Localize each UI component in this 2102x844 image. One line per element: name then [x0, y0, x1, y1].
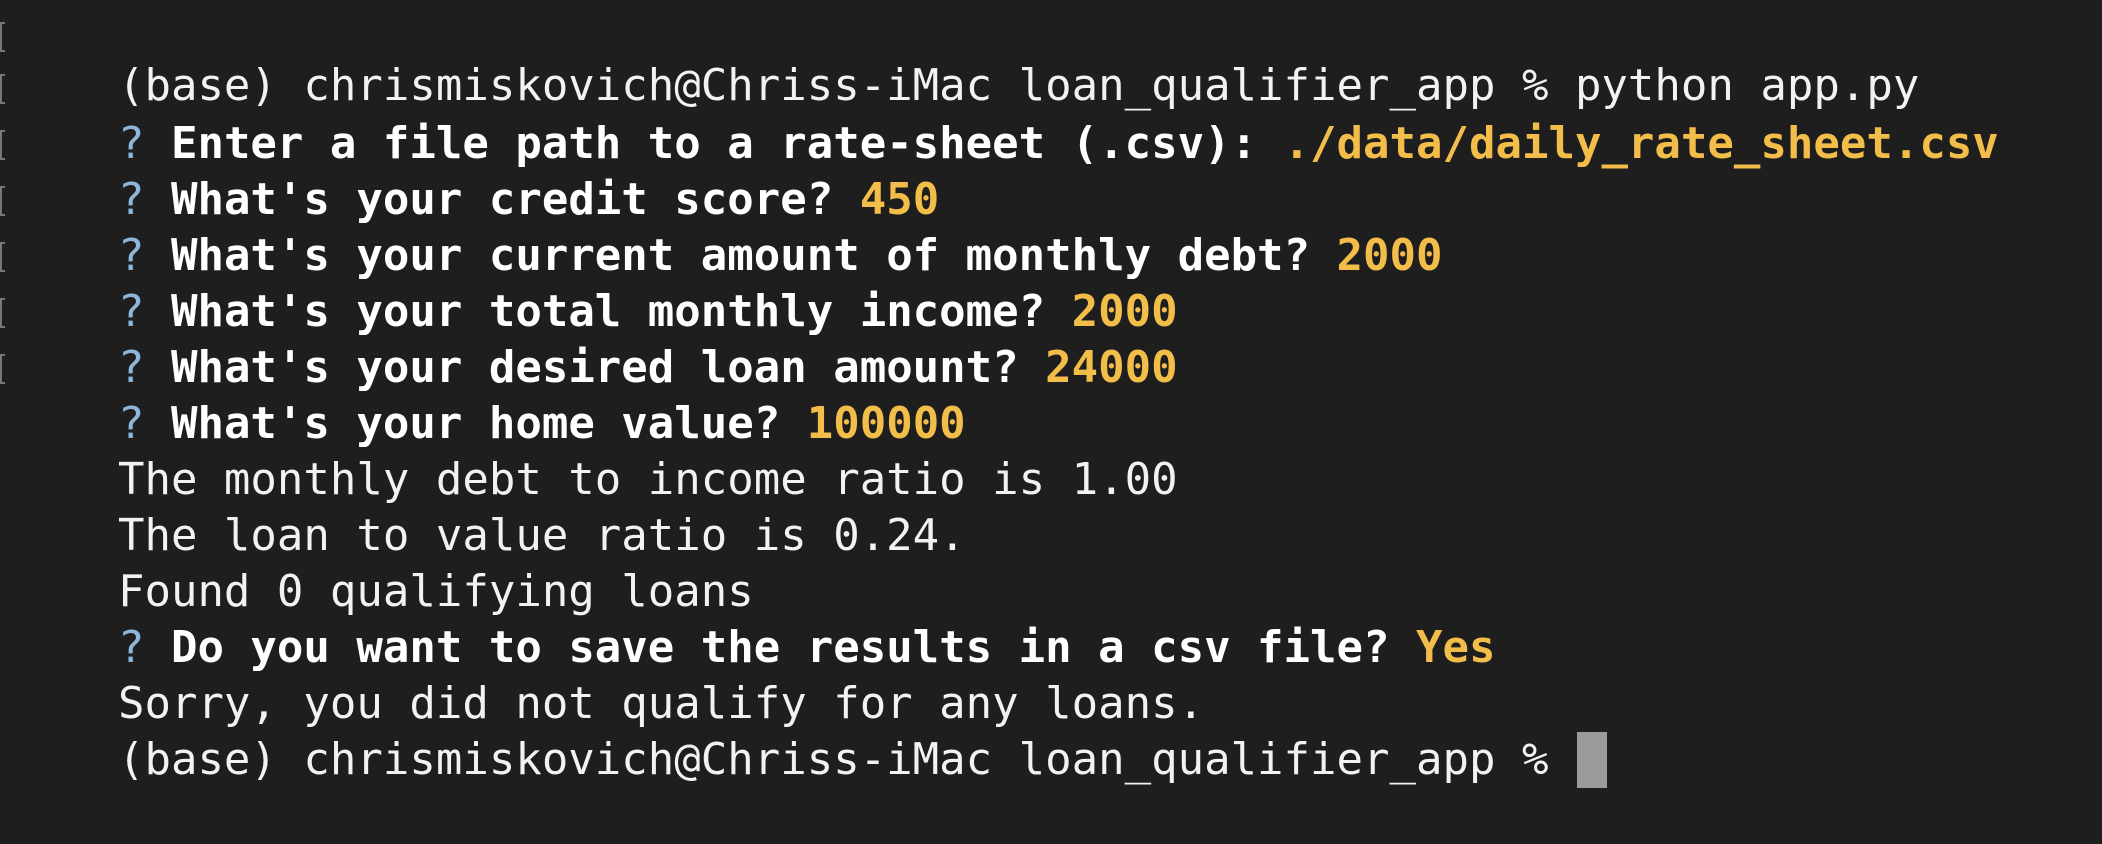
output-line-found-loans: Found 0 qualifying loans — [0, 508, 2102, 617]
question-line-save-results: ? Do you want to save the results in a c… — [0, 564, 2102, 673]
question-line-loan-amount: ? What's your desired loan amount? 24000 — [0, 284, 2102, 393]
line-marker — [0, 186, 5, 216]
line-marker — [0, 298, 5, 328]
command-line: (base) chrismiskovich@Chriss-iMac loan_q… — [0, 8, 2102, 111]
output-line-dti: The monthly debt to income ratio is 1.00 — [0, 396, 2102, 505]
line-marker — [0, 74, 5, 104]
line-marker — [0, 242, 5, 272]
shell-prompt: (base) chrismiskovich@Chriss-iMac loan_q… — [117, 734, 1575, 785]
question-line-monthly-debt: ? What's your current amount of monthly … — [0, 172, 2102, 281]
prompt-line[interactable]: (base) chrismiskovich@Chriss-iMac loan_q… — [0, 676, 2102, 788]
output-line-ltv: The loan to value ratio is 0.24. — [0, 452, 2102, 561]
question-line-monthly-income: ? What's your total monthly income? 2000 — [0, 228, 2102, 337]
terminal-window[interactable]: (base) chrismiskovich@Chriss-iMac loan_q… — [0, 0, 2102, 788]
line-marker — [0, 130, 5, 160]
question-line-credit-score: ? What's your credit score? 450 — [0, 116, 2102, 225]
question-line-rate-sheet: ? Enter a file path to a rate-sheet (.cs… — [0, 60, 2102, 169]
line-marker — [0, 354, 5, 384]
line-marker — [0, 22, 5, 52]
output-line-sorry: Sorry, you did not qualify for any loans… — [0, 620, 2102, 729]
question-line-home-value: ? What's your home value? 100000 — [0, 340, 2102, 449]
text-cursor[interactable] — [1576, 732, 1607, 788]
